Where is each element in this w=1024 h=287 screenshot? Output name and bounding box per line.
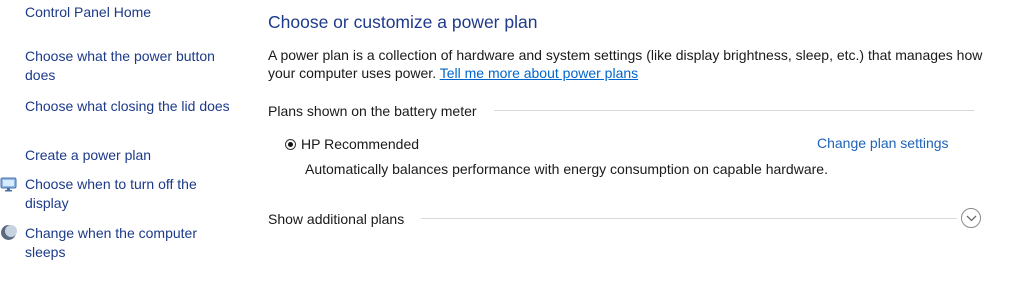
main-content: Choose or customize a power plan A power…: [268, 0, 1008, 287]
show-additional-plans-header[interactable]: Show additional plans: [268, 209, 404, 229]
expand-additional-plans-button[interactable]: [961, 208, 981, 228]
sidebar-item-computer-sleeps[interactable]: Change when the computer sleeps: [25, 224, 240, 262]
moon-icon: [0, 224, 17, 241]
page-description: A power plan is a collection of hardware…: [268, 46, 988, 82]
change-plan-settings-link[interactable]: Change plan settings: [817, 135, 949, 151]
plan-name: HP Recommended: [301, 136, 420, 152]
left-nav-pane: Control Panel Home Choose what the power…: [0, 0, 250, 287]
plan-radio-button[interactable]: [285, 138, 296, 150]
display-icon: [0, 176, 17, 193]
page-title: Choose or customize a power plan: [268, 12, 538, 32]
chevron-down-icon: [966, 215, 977, 222]
sidebar-item-power-button[interactable]: Choose what the power button does: [25, 47, 240, 85]
show-additional-plans-label: Show additional plans: [268, 211, 405, 227]
section-divider: [494, 110, 974, 111]
plan-hp-recommended[interactable]: HP Recommended: [285, 135, 419, 153]
tell-me-more-link[interactable]: Tell me more about power plans: [440, 65, 638, 81]
sidebar-item-closing-lid[interactable]: Choose what closing the lid does: [25, 97, 240, 116]
battery-meter-section-label: Plans shown on the battery meter: [268, 103, 477, 119]
sidebar-item-turn-off-display[interactable]: Choose when to turn off the display: [25, 175, 240, 213]
power-options-window: Control Panel Home Choose what the power…: [0, 0, 1024, 287]
control-panel-home-link[interactable]: Control Panel Home: [25, 3, 240, 22]
sidebar-item-create-plan[interactable]: Create a power plan: [25, 146, 240, 165]
battery-meter-section-header: Plans shown on the battery meter: [268, 101, 477, 121]
section-divider: [421, 218, 957, 219]
plan-description: Automatically balances performance with …: [305, 161, 828, 177]
